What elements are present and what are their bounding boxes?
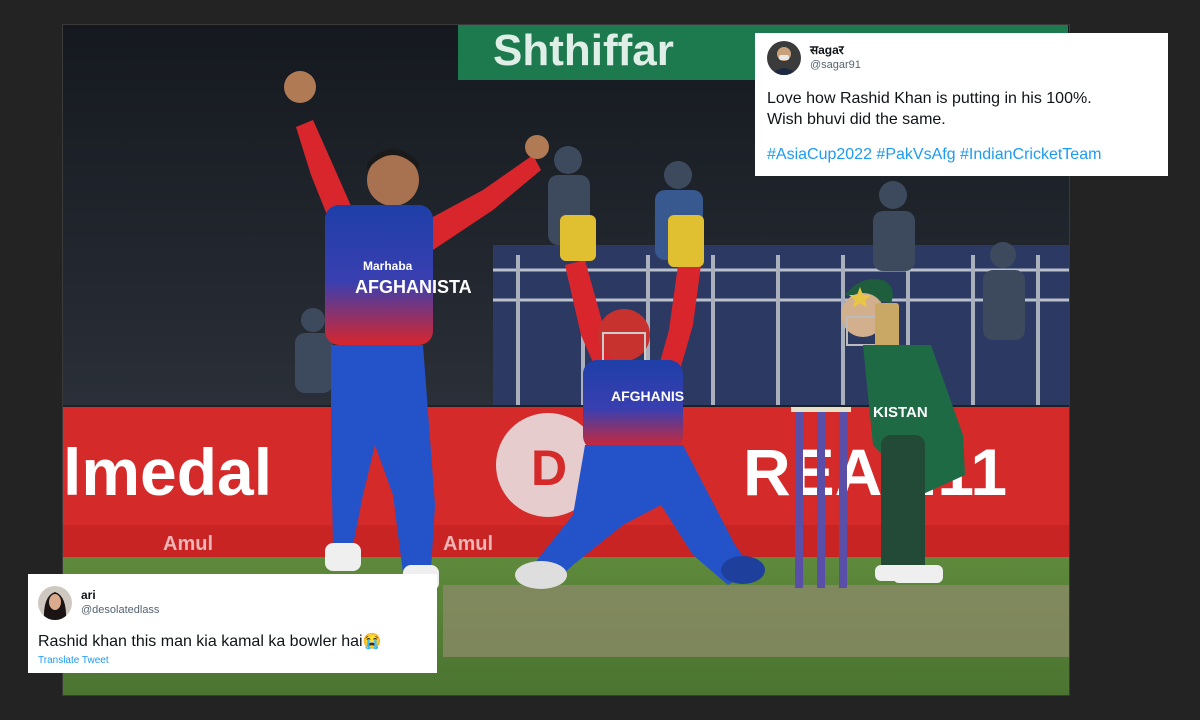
tweet-header: ari @desolatedlass [38,586,427,620]
sponsor-patch-text: Marhaba [363,259,413,273]
display-name[interactable]: सagaर [810,43,861,58]
hashtag-link[interactable]: #IndianCricketTeam [960,146,1101,163]
tweet-text-line-1: Love how Rashid Khan is putting in his 1… [767,90,1092,107]
hashtag-link[interactable]: #PakVsAfg [876,146,955,163]
hashtag-link[interactable]: #AsiaCup2022 [767,146,872,163]
crying-emoji-icon: 😭 [362,633,382,650]
avatar[interactable] [38,586,72,620]
board-small-text-1: Amul [163,533,213,555]
display-name[interactable]: ari [81,588,159,603]
avatar[interactable] [767,41,801,75]
tweet-card-bottom[interactable]: ari @desolatedlass Rashid khan this man … [28,574,437,673]
tweet-text: Rashid khan this man kia kamal ka bowler… [38,631,427,652]
avatar-image [38,586,72,620]
svg-text:D: D [531,440,567,496]
keeper-jersey-text: AFGHANIS [611,388,684,404]
user-handle[interactable]: @desolatedlass [81,603,159,618]
tweet-header: सagaर @sagar91 [767,41,1156,75]
tweet-text-content: Rashid khan this man kia kamal ka bowler… [38,633,363,650]
board-left-text: lmedal [63,435,272,509]
tweet-text-line-2: Wish bhuvi did the same. [767,111,946,128]
sponsor-banner-text: Shthiffar [493,26,674,75]
avatar-image [767,41,801,75]
tweet-text: Love how Rashid Khan is putting in his 1… [767,88,1156,130]
translate-tweet-link[interactable]: Translate Tweet [38,655,427,666]
user-handle[interactable]: @sagar91 [810,58,861,73]
bowler-jersey-text: AFGHANISTA [355,277,472,297]
board-small-text-2: Amul [443,533,493,555]
hashtag-list: #AsiaCup2022 #PakVsAfg #IndianCricketTea… [767,144,1156,165]
batter-jersey-text: KISTAN [873,404,928,421]
tweet-card-top[interactable]: सagaर @sagar91 Love how Rashid Khan is p… [755,33,1168,176]
